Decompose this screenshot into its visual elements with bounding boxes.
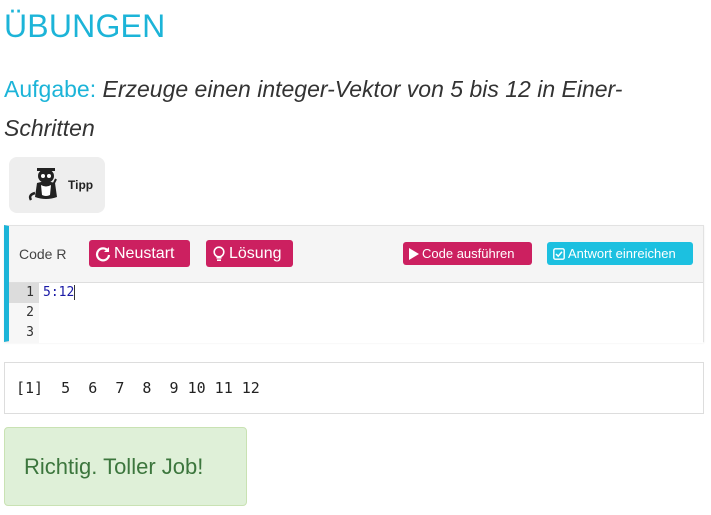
lightbulb-icon	[212, 245, 226, 262]
solution-label: Lösung	[229, 244, 282, 262]
restart-button[interactable]: Neustart	[89, 240, 190, 267]
code-exercise-editor: Code R Neustart Lösung Code ausführen An…	[4, 225, 704, 343]
submit-answer-button[interactable]: Antwort einreichen	[547, 242, 693, 265]
run-code-button[interactable]: Code ausführen	[403, 242, 532, 265]
code-input-area[interactable]: 1 2 3 5:12	[9, 283, 703, 343]
code-language-label: Code R	[19, 246, 67, 262]
task-description: Aufgabe: Erzeuge einen integer-Vektor vo…	[4, 70, 694, 148]
line-number: 2	[26, 305, 34, 320]
submit-answer-label: Antwort einreichen	[568, 246, 676, 261]
solution-button[interactable]: Lösung	[206, 240, 293, 267]
hint-label: Tipp	[68, 178, 94, 192]
task-label: Aufgabe:	[4, 76, 97, 102]
hint-button[interactable]: Tipp	[9, 157, 105, 213]
success-feedback: Richtig. Toller Job!	[4, 427, 247, 506]
editor-toolbar: Code R Neustart Lösung Code ausführen An…	[9, 226, 703, 283]
line-number: 1	[9, 283, 39, 303]
code-line[interactable]: 5:12	[43, 283, 76, 303]
page-title: ÜBUNGEN	[4, 8, 166, 44]
line-number: 3	[26, 325, 34, 340]
code-output: [1] 5 6 7 8 9 10 11 12	[4, 362, 704, 414]
otter-mascot-icon	[25, 163, 65, 208]
code-text: 5:12	[43, 285, 75, 300]
line-number-gutter: 1 2 3	[9, 283, 39, 343]
restart-label: Neustart	[114, 244, 175, 262]
refresh-icon	[95, 246, 111, 262]
play-icon	[409, 247, 419, 260]
run-code-label: Code ausführen	[422, 246, 515, 261]
checkbox-icon	[553, 247, 565, 260]
task-text: Erzeuge einen integer-Vektor von 5 bis 1…	[4, 76, 623, 141]
text-cursor	[74, 285, 76, 300]
